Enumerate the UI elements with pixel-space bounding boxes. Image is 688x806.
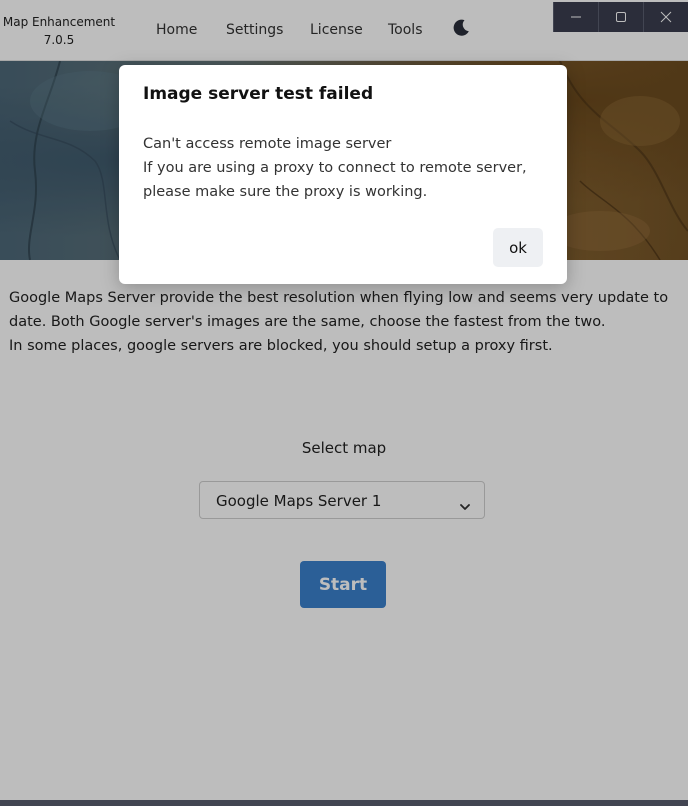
dialog-title: Image server test failed: [143, 84, 374, 104]
ok-button[interactable]: ok: [493, 228, 543, 267]
dialog-message-line: Can't access remote image server: [143, 136, 392, 152]
error-dialog: Image server test failed Can't access re…: [119, 65, 567, 284]
dialog-message-line: If you are using a proxy to connect to r…: [143, 160, 527, 176]
dialog-message: Can't access remote image server If you …: [143, 132, 543, 204]
dialog-message-line: please make sure the proxy is working.: [143, 184, 428, 200]
